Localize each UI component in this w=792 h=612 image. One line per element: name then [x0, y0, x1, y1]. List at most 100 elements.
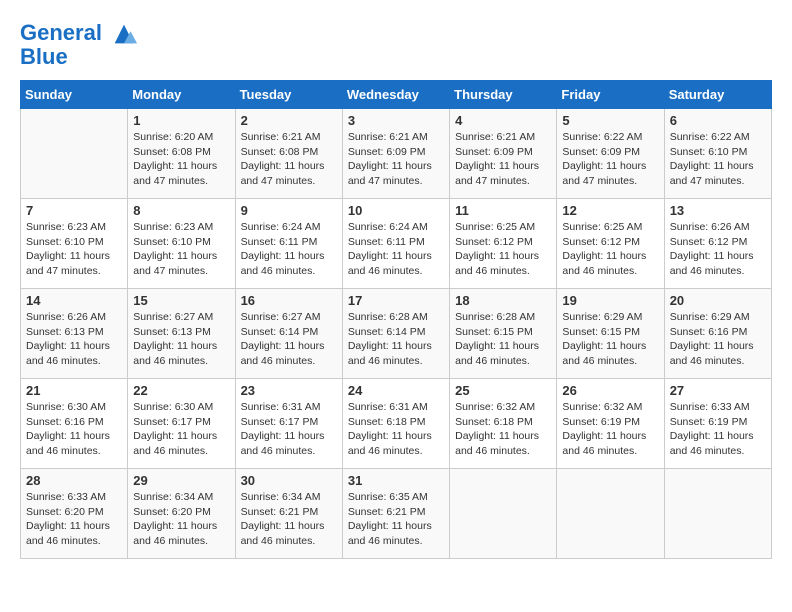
day-number: 29	[133, 473, 229, 488]
day-number: 26	[562, 383, 658, 398]
day-number: 13	[670, 203, 766, 218]
day-number: 23	[241, 383, 337, 398]
day-info: Sunrise: 6:29 AMSunset: 6:15 PMDaylight:…	[562, 310, 658, 369]
calendar-cell: 17 Sunrise: 6:28 AMSunset: 6:14 PMDaylig…	[342, 289, 449, 379]
logo: General Blue	[20, 20, 138, 70]
day-number: 2	[241, 113, 337, 128]
calendar-cell: 9 Sunrise: 6:24 AMSunset: 6:11 PMDayligh…	[235, 199, 342, 289]
calendar-cell: 5 Sunrise: 6:22 AMSunset: 6:09 PMDayligh…	[557, 109, 664, 199]
weekday-header-friday: Friday	[557, 81, 664, 109]
page-header: General Blue	[20, 20, 772, 70]
day-info: Sunrise: 6:32 AMSunset: 6:19 PMDaylight:…	[562, 400, 658, 459]
day-info: Sunrise: 6:21 AMSunset: 6:09 PMDaylight:…	[455, 130, 551, 189]
day-number: 7	[26, 203, 122, 218]
day-number: 24	[348, 383, 444, 398]
day-info: Sunrise: 6:26 AMSunset: 6:13 PMDaylight:…	[26, 310, 122, 369]
calendar-cell: 6 Sunrise: 6:22 AMSunset: 6:10 PMDayligh…	[664, 109, 771, 199]
week-row-5: 28 Sunrise: 6:33 AMSunset: 6:20 PMDaylig…	[21, 469, 772, 559]
day-number: 11	[455, 203, 551, 218]
day-info: Sunrise: 6:30 AMSunset: 6:17 PMDaylight:…	[133, 400, 229, 459]
day-info: Sunrise: 6:24 AMSunset: 6:11 PMDaylight:…	[348, 220, 444, 279]
calendar-cell: 14 Sunrise: 6:26 AMSunset: 6:13 PMDaylig…	[21, 289, 128, 379]
day-number: 3	[348, 113, 444, 128]
calendar-cell: 19 Sunrise: 6:29 AMSunset: 6:15 PMDaylig…	[557, 289, 664, 379]
calendar-cell	[664, 469, 771, 559]
calendar-cell: 16 Sunrise: 6:27 AMSunset: 6:14 PMDaylig…	[235, 289, 342, 379]
calendar-cell: 28 Sunrise: 6:33 AMSunset: 6:20 PMDaylig…	[21, 469, 128, 559]
calendar-cell: 24 Sunrise: 6:31 AMSunset: 6:18 PMDaylig…	[342, 379, 449, 469]
calendar-cell: 3 Sunrise: 6:21 AMSunset: 6:09 PMDayligh…	[342, 109, 449, 199]
calendar-cell: 1 Sunrise: 6:20 AMSunset: 6:08 PMDayligh…	[128, 109, 235, 199]
day-number: 8	[133, 203, 229, 218]
day-info: Sunrise: 6:35 AMSunset: 6:21 PMDaylight:…	[348, 490, 444, 549]
day-info: Sunrise: 6:26 AMSunset: 6:12 PMDaylight:…	[670, 220, 766, 279]
day-number: 4	[455, 113, 551, 128]
day-info: Sunrise: 6:27 AMSunset: 6:14 PMDaylight:…	[241, 310, 337, 369]
weekday-header-monday: Monday	[128, 81, 235, 109]
day-info: Sunrise: 6:23 AMSunset: 6:10 PMDaylight:…	[133, 220, 229, 279]
day-number: 1	[133, 113, 229, 128]
week-row-1: 1 Sunrise: 6:20 AMSunset: 6:08 PMDayligh…	[21, 109, 772, 199]
logo-icon	[110, 20, 138, 48]
weekday-header-wednesday: Wednesday	[342, 81, 449, 109]
weekday-header-tuesday: Tuesday	[235, 81, 342, 109]
calendar-cell: 15 Sunrise: 6:27 AMSunset: 6:13 PMDaylig…	[128, 289, 235, 379]
day-number: 14	[26, 293, 122, 308]
calendar-cell: 21 Sunrise: 6:30 AMSunset: 6:16 PMDaylig…	[21, 379, 128, 469]
weekday-header-sunday: Sunday	[21, 81, 128, 109]
calendar-cell: 30 Sunrise: 6:34 AMSunset: 6:21 PMDaylig…	[235, 469, 342, 559]
calendar-cell	[450, 469, 557, 559]
calendar-cell: 11 Sunrise: 6:25 AMSunset: 6:12 PMDaylig…	[450, 199, 557, 289]
day-number: 18	[455, 293, 551, 308]
calendar-table: SundayMondayTuesdayWednesdayThursdayFrid…	[20, 80, 772, 559]
day-number: 25	[455, 383, 551, 398]
day-number: 5	[562, 113, 658, 128]
day-number: 6	[670, 113, 766, 128]
calendar-cell: 22 Sunrise: 6:30 AMSunset: 6:17 PMDaylig…	[128, 379, 235, 469]
day-info: Sunrise: 6:29 AMSunset: 6:16 PMDaylight:…	[670, 310, 766, 369]
day-info: Sunrise: 6:20 AMSunset: 6:08 PMDaylight:…	[133, 130, 229, 189]
calendar-cell: 2 Sunrise: 6:21 AMSunset: 6:08 PMDayligh…	[235, 109, 342, 199]
week-row-3: 14 Sunrise: 6:26 AMSunset: 6:13 PMDaylig…	[21, 289, 772, 379]
day-number: 30	[241, 473, 337, 488]
day-info: Sunrise: 6:32 AMSunset: 6:18 PMDaylight:…	[455, 400, 551, 459]
calendar-cell: 13 Sunrise: 6:26 AMSunset: 6:12 PMDaylig…	[664, 199, 771, 289]
day-number: 12	[562, 203, 658, 218]
calendar-cell: 10 Sunrise: 6:24 AMSunset: 6:11 PMDaylig…	[342, 199, 449, 289]
calendar-cell: 4 Sunrise: 6:21 AMSunset: 6:09 PMDayligh…	[450, 109, 557, 199]
calendar-cell: 20 Sunrise: 6:29 AMSunset: 6:16 PMDaylig…	[664, 289, 771, 379]
day-number: 20	[670, 293, 766, 308]
weekday-header-thursday: Thursday	[450, 81, 557, 109]
day-info: Sunrise: 6:23 AMSunset: 6:10 PMDaylight:…	[26, 220, 122, 279]
weekday-header-row: SundayMondayTuesdayWednesdayThursdayFrid…	[21, 81, 772, 109]
calendar-cell: 29 Sunrise: 6:34 AMSunset: 6:20 PMDaylig…	[128, 469, 235, 559]
day-info: Sunrise: 6:21 AMSunset: 6:08 PMDaylight:…	[241, 130, 337, 189]
day-number: 28	[26, 473, 122, 488]
day-info: Sunrise: 6:27 AMSunset: 6:13 PMDaylight:…	[133, 310, 229, 369]
day-info: Sunrise: 6:25 AMSunset: 6:12 PMDaylight:…	[455, 220, 551, 279]
calendar-cell	[21, 109, 128, 199]
day-number: 19	[562, 293, 658, 308]
day-number: 27	[670, 383, 766, 398]
weekday-header-saturday: Saturday	[664, 81, 771, 109]
day-number: 10	[348, 203, 444, 218]
day-info: Sunrise: 6:28 AMSunset: 6:14 PMDaylight:…	[348, 310, 444, 369]
day-info: Sunrise: 6:28 AMSunset: 6:15 PMDaylight:…	[455, 310, 551, 369]
calendar-cell: 12 Sunrise: 6:25 AMSunset: 6:12 PMDaylig…	[557, 199, 664, 289]
calendar-cell: 26 Sunrise: 6:32 AMSunset: 6:19 PMDaylig…	[557, 379, 664, 469]
day-info: Sunrise: 6:24 AMSunset: 6:11 PMDaylight:…	[241, 220, 337, 279]
day-info: Sunrise: 6:21 AMSunset: 6:09 PMDaylight:…	[348, 130, 444, 189]
day-number: 9	[241, 203, 337, 218]
day-number: 22	[133, 383, 229, 398]
day-info: Sunrise: 6:34 AMSunset: 6:21 PMDaylight:…	[241, 490, 337, 549]
calendar-cell: 7 Sunrise: 6:23 AMSunset: 6:10 PMDayligh…	[21, 199, 128, 289]
day-info: Sunrise: 6:22 AMSunset: 6:10 PMDaylight:…	[670, 130, 766, 189]
calendar-cell: 25 Sunrise: 6:32 AMSunset: 6:18 PMDaylig…	[450, 379, 557, 469]
day-info: Sunrise: 6:25 AMSunset: 6:12 PMDaylight:…	[562, 220, 658, 279]
calendar-cell: 18 Sunrise: 6:28 AMSunset: 6:15 PMDaylig…	[450, 289, 557, 379]
day-number: 16	[241, 293, 337, 308]
day-info: Sunrise: 6:33 AMSunset: 6:19 PMDaylight:…	[670, 400, 766, 459]
calendar-cell: 23 Sunrise: 6:31 AMSunset: 6:17 PMDaylig…	[235, 379, 342, 469]
week-row-2: 7 Sunrise: 6:23 AMSunset: 6:10 PMDayligh…	[21, 199, 772, 289]
day-number: 17	[348, 293, 444, 308]
